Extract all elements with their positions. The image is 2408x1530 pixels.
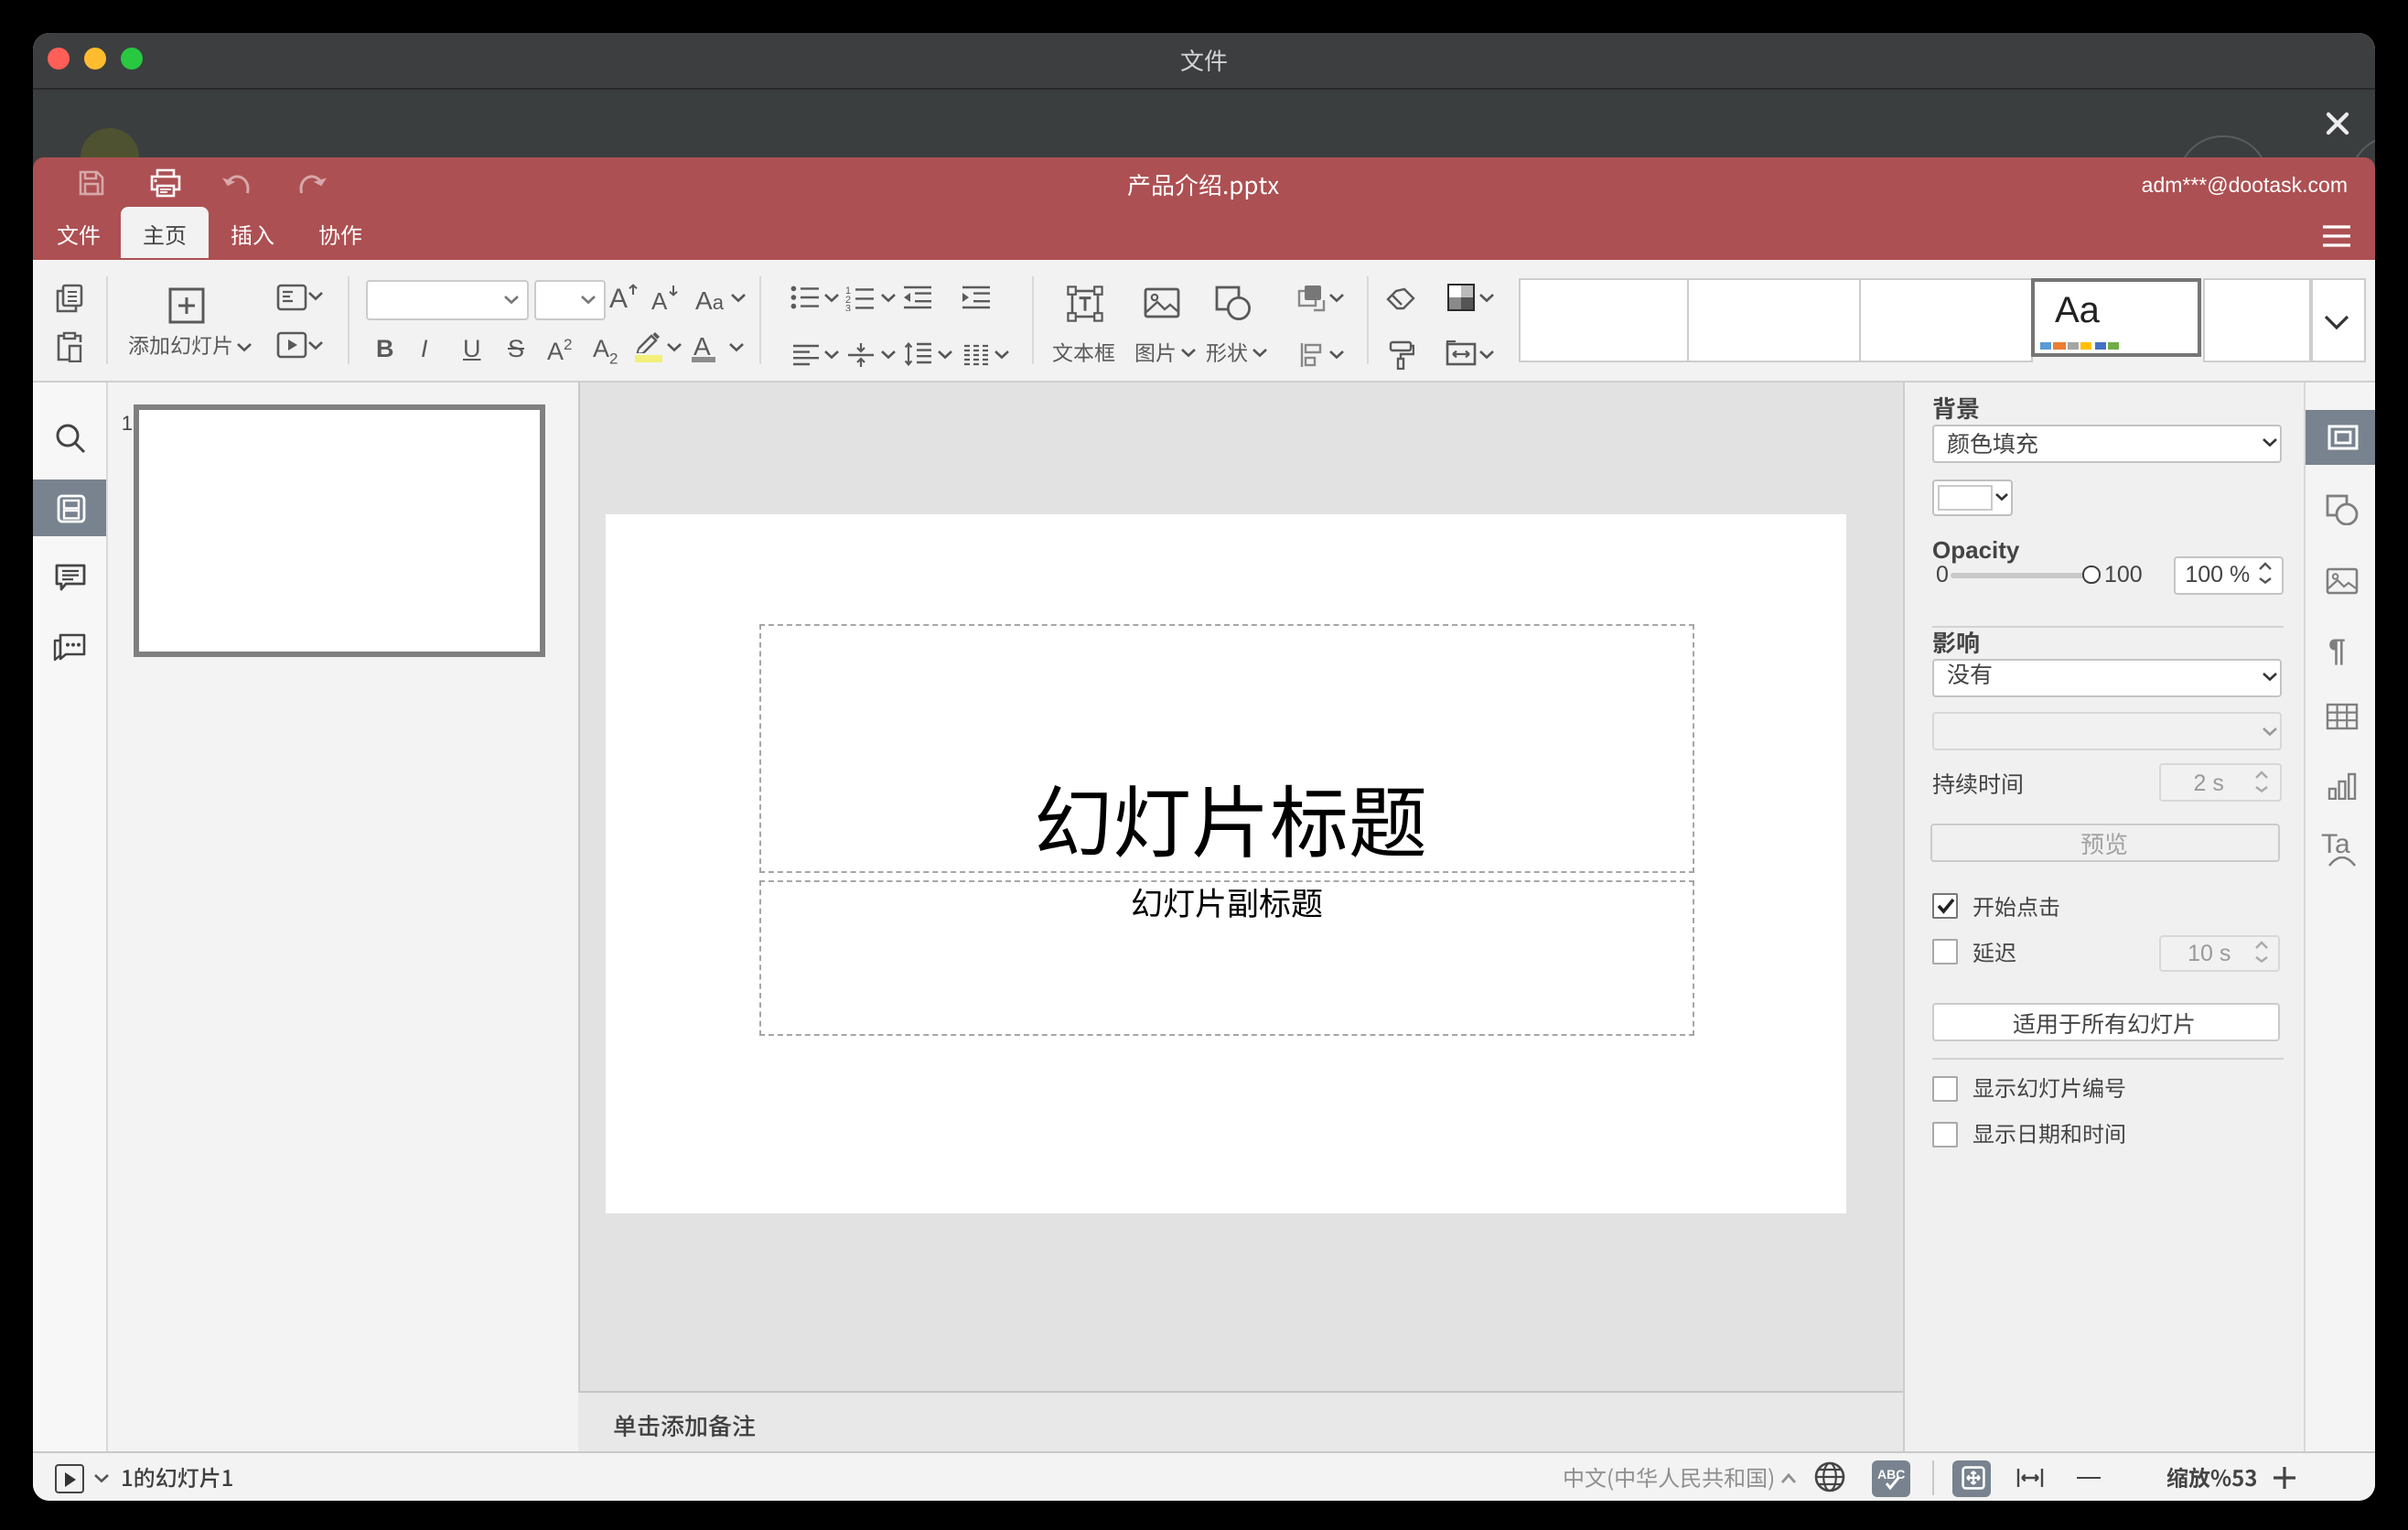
svg-text:3: 3 [845, 303, 851, 310]
svg-text:ABC: ABC [1876, 1466, 1904, 1481]
